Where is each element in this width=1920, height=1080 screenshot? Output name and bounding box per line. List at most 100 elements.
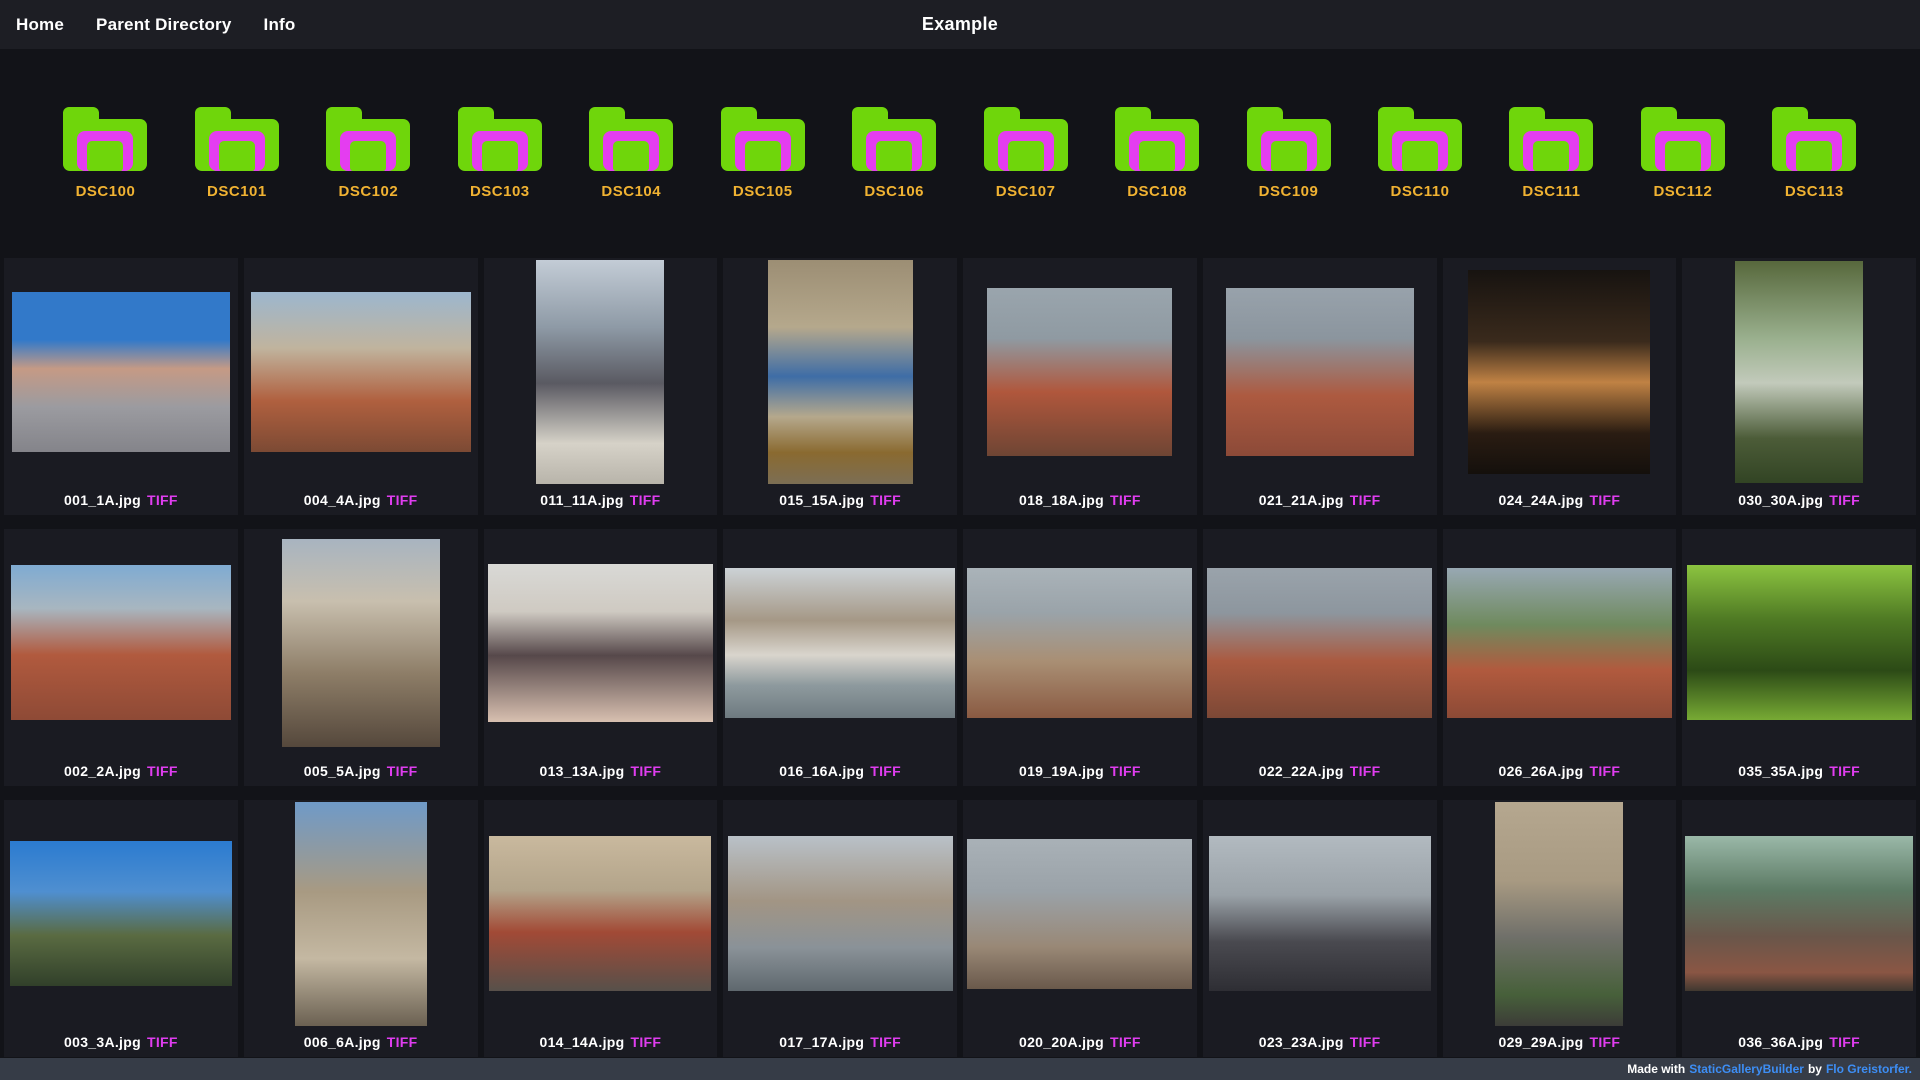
tiff-link[interactable]: TIFF — [1829, 1034, 1860, 1050]
folder-item[interactable]: DSC106 — [844, 107, 944, 200]
tiff-link[interactable]: TIFF — [1829, 492, 1860, 508]
gallery-tile[interactable]: 014_14A.jpg TIFF — [484, 800, 718, 1057]
tiff-link[interactable]: TIFF — [1590, 763, 1621, 779]
folder-item[interactable]: DSC111 — [1501, 107, 1601, 200]
filename-label: 030_30A.jpg — [1738, 492, 1823, 508]
gallery-tile[interactable]: 017_17A.jpg TIFF — [723, 800, 957, 1057]
tiff-link[interactable]: TIFF — [387, 763, 418, 779]
folder-label: DSC100 — [76, 183, 136, 200]
thumbnail-wrapper — [244, 529, 478, 756]
gallery-tile[interactable]: 006_6A.jpg TIFF — [244, 800, 478, 1057]
gallery-tile[interactable]: 005_5A.jpg TIFF — [244, 529, 478, 786]
folder-item[interactable]: DSC102 — [318, 107, 418, 200]
gallery-tile[interactable]: 003_3A.jpg TIFF — [4, 800, 238, 1057]
gallery-tile[interactable]: 020_20A.jpg TIFF — [963, 800, 1197, 1057]
photo-thumbnail[interactable] — [1209, 836, 1431, 991]
gallery-tile[interactable]: 030_30A.jpg TIFF — [1682, 258, 1916, 515]
gallery-tile[interactable]: 018_18A.jpg TIFF — [963, 258, 1197, 515]
tiff-link[interactable]: TIFF — [1350, 763, 1381, 779]
filename-label: 003_3A.jpg — [64, 1034, 141, 1050]
footer-author-link[interactable]: Flo Greistorfer. — [1826, 1062, 1912, 1076]
footer-made-with-text: Made with — [1627, 1062, 1685, 1076]
folder-item[interactable]: DSC109 — [1239, 107, 1339, 200]
photo-thumbnail[interactable] — [488, 564, 713, 722]
gallery-tile[interactable]: 022_22A.jpg TIFF — [1203, 529, 1437, 786]
photo-thumbnail[interactable] — [1207, 568, 1432, 718]
photo-thumbnail[interactable] — [1495, 802, 1623, 1026]
gallery-tile[interactable]: 021_21A.jpg TIFF — [1203, 258, 1437, 515]
tiff-link[interactable]: TIFF — [630, 492, 661, 508]
folder-item[interactable]: DSC104 — [581, 107, 681, 200]
tiff-link[interactable]: TIFF — [147, 763, 178, 779]
photo-thumbnail[interactable] — [725, 568, 955, 718]
tiff-link[interactable]: TIFF — [1110, 763, 1141, 779]
tiff-link[interactable]: TIFF — [1110, 1034, 1141, 1050]
tiff-link[interactable]: TIFF — [1350, 1034, 1381, 1050]
tiff-link[interactable]: TIFF — [147, 1034, 178, 1050]
folder-strip: DSC100 DSC101 DSC102 DSC103 — [0, 49, 1920, 258]
photo-thumbnail[interactable] — [768, 260, 913, 484]
photo-thumbnail[interactable] — [536, 260, 664, 484]
tiff-link[interactable]: TIFF — [1590, 1034, 1621, 1050]
tiff-link[interactable]: TIFF — [870, 763, 901, 779]
gallery-tile[interactable]: 024_24A.jpg TIFF — [1443, 258, 1677, 515]
nav-link-home[interactable]: Home — [16, 15, 64, 35]
photo-thumbnail[interactable] — [282, 539, 440, 747]
tiff-link[interactable]: TIFF — [1829, 763, 1860, 779]
tiff-link[interactable]: TIFF — [870, 492, 901, 508]
gallery-tile[interactable]: 016_16A.jpg TIFF — [723, 529, 957, 786]
folder-item[interactable]: DSC105 — [713, 107, 813, 200]
gallery-tile[interactable]: 026_26A.jpg TIFF — [1443, 529, 1677, 786]
photo-thumbnail[interactable] — [251, 292, 471, 452]
gallery-tile[interactable]: 036_36A.jpg TIFF — [1682, 800, 1916, 1057]
gallery-tile[interactable]: 013_13A.jpg TIFF — [484, 529, 718, 786]
photo-thumbnail[interactable] — [1226, 288, 1414, 456]
tiff-link[interactable]: TIFF — [147, 492, 178, 508]
gallery-tile[interactable]: 011_11A.jpg TIFF — [484, 258, 718, 515]
gallery-tile[interactable]: 023_23A.jpg TIFF — [1203, 800, 1437, 1057]
photo-thumbnail[interactable] — [987, 288, 1172, 456]
gallery-tile[interactable]: 002_2A.jpg TIFF — [4, 529, 238, 786]
gallery-tile[interactable]: 035_35A.jpg TIFF — [1682, 529, 1916, 786]
photo-thumbnail[interactable] — [10, 841, 232, 986]
photo-thumbnail[interactable] — [1685, 836, 1913, 991]
folder-item[interactable]: DSC107 — [976, 107, 1076, 200]
nav-link-parent-directory[interactable]: Parent Directory — [96, 15, 231, 35]
tiff-link[interactable]: TIFF — [387, 492, 418, 508]
tiff-link[interactable]: TIFF — [870, 1034, 901, 1050]
gallery-tile[interactable]: 015_15A.jpg TIFF — [723, 258, 957, 515]
folder-item[interactable]: DSC110 — [1370, 107, 1470, 200]
tiff-link[interactable]: TIFF — [631, 763, 662, 779]
photo-thumbnail[interactable] — [1687, 565, 1912, 720]
gallery-tile[interactable]: 019_19A.jpg TIFF — [963, 529, 1197, 786]
tiff-link[interactable]: TIFF — [631, 1034, 662, 1050]
photo-thumbnail[interactable] — [967, 839, 1192, 989]
tiff-link[interactable]: TIFF — [1590, 492, 1621, 508]
tiff-link[interactable]: TIFF — [387, 1034, 418, 1050]
photo-thumbnail[interactable] — [489, 836, 711, 991]
photo-thumbnail[interactable] — [12, 292, 230, 452]
folder-item[interactable]: DSC113 — [1764, 107, 1864, 200]
gallery-tile[interactable]: 001_1A.jpg TIFF — [4, 258, 238, 515]
folder-item[interactable]: DSC100 — [55, 107, 155, 200]
thumbnail-wrapper — [723, 800, 957, 1027]
folder-item[interactable]: DSC101 — [187, 107, 287, 200]
thumbnail-wrapper — [1682, 529, 1916, 756]
tiff-link[interactable]: TIFF — [1110, 492, 1141, 508]
gallery-tile[interactable]: 004_4A.jpg TIFF — [244, 258, 478, 515]
photo-thumbnail[interactable] — [11, 565, 231, 720]
folder-item[interactable]: DSC108 — [1107, 107, 1207, 200]
photo-thumbnail[interactable] — [1735, 261, 1863, 483]
photo-thumbnail[interactable] — [1447, 568, 1672, 718]
photo-thumbnail[interactable] — [295, 802, 427, 1026]
photo-thumbnail[interactable] — [1468, 270, 1650, 474]
nav-link-info[interactable]: Info — [264, 15, 296, 35]
footer-builder-link[interactable]: StaticGalleryBuilder — [1689, 1062, 1804, 1076]
folder-item[interactable]: DSC112 — [1633, 107, 1733, 200]
photo-thumbnail[interactable] — [967, 568, 1192, 718]
folder-item[interactable]: DSC103 — [450, 107, 550, 200]
tiff-link[interactable]: TIFF — [1350, 492, 1381, 508]
thumbnail-wrapper — [723, 529, 957, 756]
photo-thumbnail[interactable] — [728, 836, 953, 991]
gallery-tile[interactable]: 029_29A.jpg TIFF — [1443, 800, 1677, 1057]
